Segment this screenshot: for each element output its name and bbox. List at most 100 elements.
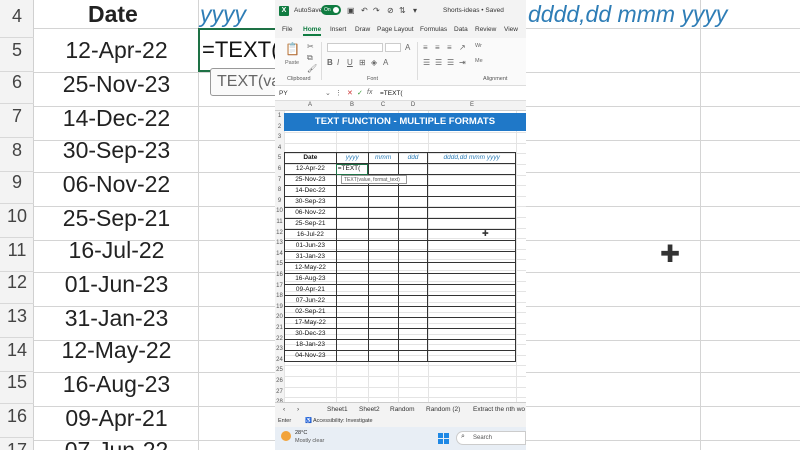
date-cell[interactable]: 18-Jan-23 [284,339,337,351]
empty-cell[interactable] [397,306,429,318]
empty-cell[interactable] [397,185,429,197]
row-header[interactable]: 8 [275,185,284,197]
header-full-format[interactable]: dddd,dd mmm yyyy [427,152,516,164]
header-yyyy[interactable]: yyyy [335,152,369,164]
empty-cell[interactable] [397,251,429,263]
orientation-icon[interactable]: ↗ [459,43,466,52]
windows-start-icon[interactable] [438,433,449,444]
tab-review[interactable]: Review [475,26,496,33]
empty-cell[interactable] [427,218,516,230]
undo-icon[interactable]: ↶ [361,6,368,15]
empty-cell[interactable] [427,328,516,340]
empty-cell[interactable] [367,251,399,263]
empty-cell[interactable] [427,317,516,329]
header-ddd[interactable]: ddd [397,152,429,164]
empty-cell[interactable] [335,273,369,285]
sheet-tab-random[interactable]: Random [390,406,415,413]
empty-cell[interactable] [367,350,399,362]
active-formula-cell[interactable]: =TEXT( [335,163,369,175]
empty-cell[interactable] [335,262,369,274]
row-header[interactable]: 24 [275,354,284,366]
empty-cell[interactable] [367,295,399,307]
wrap-text-button[interactable]: Wr [475,43,482,49]
empty-cell[interactable] [427,163,516,175]
enter-icon[interactable]: ✓ [357,89,363,97]
empty-cell[interactable] [427,262,516,274]
empty-cell[interactable] [367,306,399,318]
empty-cell[interactable] [397,339,429,351]
empty-cell[interactable] [367,207,399,219]
grow-font-icon[interactable]: A [405,43,410,52]
header-date[interactable]: Date [284,152,337,164]
empty-cell[interactable] [335,207,369,219]
date-cell[interactable]: 09-Apr-21 [284,284,337,296]
empty-cell[interactable] [367,328,399,340]
insert-function-icon[interactable]: fx [367,89,372,96]
bold-icon[interactable]: B [327,58,333,67]
accessibility-status[interactable]: Accessibility: Investigate [313,418,373,424]
date-cell[interactable]: 31-Jan-23 [284,251,337,263]
row-header[interactable]: 25 [275,365,284,377]
tab-view[interactable]: View [504,26,518,33]
sheet-tab-random-2[interactable]: Random (2) [426,406,460,413]
next-sheet-icon[interactable]: › [297,406,299,413]
empty-cell[interactable] [427,251,516,263]
row-header[interactable]: 4 [275,142,284,154]
column-d-header[interactable]: D [398,102,428,108]
date-cell[interactable]: 30-Dec-23 [284,328,337,340]
empty-cell[interactable] [397,262,429,274]
align-left-icon[interactable]: ☰ [423,58,430,67]
empty-cell[interactable] [335,196,369,208]
row-header[interactable]: 9 [275,195,284,207]
font-name-select[interactable] [327,43,383,52]
row-header[interactable]: 26 [275,376,284,387]
date-cell[interactable]: 16-Jul-22 [284,229,337,241]
date-cell[interactable]: 17-May-22 [284,317,337,329]
empty-cell[interactable] [335,185,369,197]
empty-cell[interactable] [367,218,399,230]
empty-cell[interactable] [427,174,516,186]
empty-cell[interactable] [335,339,369,351]
column-c-header[interactable]: C [368,102,398,108]
empty-cell[interactable] [335,251,369,263]
cut-icon[interactable]: ✂ [307,42,314,51]
taskbar-search[interactable]: Search [456,431,526,445]
empty-cell[interactable] [397,207,429,219]
empty-cell[interactable] [367,185,399,197]
align-bottom-icon[interactable]: ≡ [447,43,452,52]
empty-cell[interactable] [335,229,369,241]
tab-home[interactable]: Home [303,26,322,36]
empty-cell[interactable] [367,273,399,285]
empty-cell[interactable] [427,229,516,241]
empty-cell[interactable] [427,240,516,252]
empty-cell[interactable] [427,196,516,208]
tab-page-layout[interactable]: Page Layout [377,26,414,33]
row-header[interactable]: 15 [275,259,284,271]
worksheet-grid[interactable]: A B C D E 1 2 3 4 5 6 7 8 9 10 11 12 13 14 15 16 17 18 19 2… [275,101,526,402]
empty-cell[interactable] [397,350,429,362]
formula-input[interactable]: =TEXT( [380,90,403,97]
row-header[interactable]: 2 [275,121,284,133]
row-header[interactable]: 27 [275,386,284,398]
autosave-toggle[interactable]: On [321,5,341,15]
empty-cell[interactable] [427,185,516,197]
empty-cell[interactable] [335,240,369,252]
empty-cell[interactable] [427,350,516,362]
align-center-icon[interactable]: ☰ [435,58,442,67]
tab-data[interactable]: Data [454,26,468,33]
date-cell[interactable]: 12-Apr-22 [284,163,337,175]
row-header[interactable]: 3 [275,132,284,144]
indent-icon[interactable]: ⇥ [459,58,466,67]
date-cell[interactable]: 04-Nov-23 [284,350,337,362]
date-cell[interactable]: 14-Dec-22 [284,185,337,197]
merge-button[interactable]: Me [475,58,483,64]
empty-cell[interactable] [367,317,399,329]
empty-cell[interactable] [335,328,369,340]
empty-cell[interactable] [427,284,516,296]
font-color-icon[interactable]: A [383,58,388,67]
empty-cell[interactable] [427,295,516,307]
column-e-header[interactable]: E [428,102,516,108]
row-header[interactable]: 6 [275,164,284,175]
row-header[interactable]: 20 [275,312,284,324]
row-header[interactable]: 23 [275,344,284,356]
